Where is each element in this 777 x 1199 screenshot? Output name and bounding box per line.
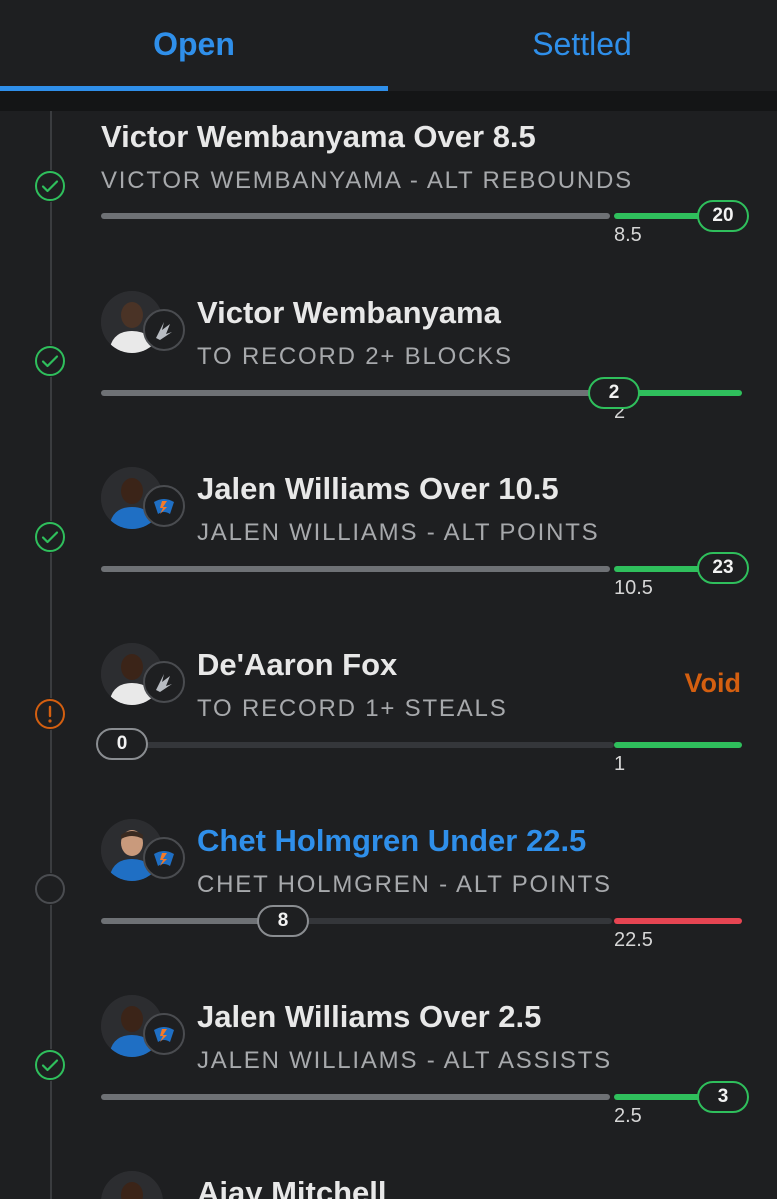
player-avatar-group xyxy=(101,643,187,709)
leg-item[interactable]: Ajay Mitchell xyxy=(0,1161,777,1199)
leg-subtitle: JALEN WILLIAMS - ALT POINTS xyxy=(197,519,600,546)
void-status-label: Void xyxy=(684,668,742,698)
thunder-logo-icon xyxy=(143,1013,185,1055)
leg-title: Victor Wembanyama Over 8.5 xyxy=(101,119,536,154)
player-avatar-group xyxy=(101,995,187,1061)
current-value-badge: 3 xyxy=(697,1081,749,1113)
leg-subtitle: TO RECORD 1+ STEALS xyxy=(197,695,508,722)
leg-item[interactable]: Victor Wembanyama Over 8.5 VICTOR WEMBAN… xyxy=(0,111,777,281)
progress-track xyxy=(101,1094,742,1100)
leg-item[interactable]: Jalen Williams Over 10.5 JALEN WILLIAMS … xyxy=(0,457,777,633)
spurs-logo-icon xyxy=(143,661,185,703)
progress-fill xyxy=(101,742,614,748)
pending-circle-icon xyxy=(34,873,66,905)
leg-title: Jalen Williams Over 10.5 xyxy=(197,471,559,506)
threshold-label: 8.5 xyxy=(614,224,642,246)
progress-fill xyxy=(101,1094,610,1100)
leg-item[interactable]: Jalen Williams Over 2.5 JALEN WILLIAMS -… xyxy=(0,985,777,1161)
progress-fill xyxy=(101,566,610,572)
progress-remaining xyxy=(283,918,612,924)
progress-track xyxy=(101,390,742,396)
leg-item[interactable]: De'Aaron Fox Void TO RECORD 1+ STEALS 0 … xyxy=(0,633,777,809)
player-avatar-group xyxy=(101,467,187,533)
tab-settled[interactable]: Settled xyxy=(388,0,776,88)
check-circle-icon xyxy=(34,521,66,553)
tab-bar: Open Settled xyxy=(0,0,777,92)
leg-subtitle: TO RECORD 2+ BLOCKS xyxy=(197,343,513,370)
current-value-badge: 0 xyxy=(96,728,148,760)
progress-track xyxy=(101,566,742,572)
player-avatar-group xyxy=(101,1171,187,1199)
progress-fill xyxy=(101,213,610,219)
progress-fill xyxy=(101,390,614,396)
thunder-logo-icon xyxy=(143,485,185,527)
player-avatar-group xyxy=(101,291,187,357)
leg-item[interactable]: Victor Wembanyama TO RECORD 2+ BLOCKS 2 … xyxy=(0,281,777,457)
current-value-badge: 8 xyxy=(257,905,309,937)
leg-title: Victor Wembanyama xyxy=(197,295,501,330)
threshold-segment xyxy=(614,918,742,924)
leg-subtitle: VICTOR WEMBANYAMA - ALT REBOUNDS xyxy=(101,167,633,194)
progress-fill xyxy=(101,918,283,924)
current-value-badge: 20 xyxy=(697,200,749,232)
leg-title: Chet Holmgren Under 22.5 xyxy=(197,823,587,858)
check-circle-icon xyxy=(34,1049,66,1081)
leg-title: Ajay Mitchell xyxy=(197,1175,387,1199)
check-circle-icon xyxy=(34,345,66,377)
check-circle-icon xyxy=(34,170,66,202)
threshold-label: 10.5 xyxy=(614,577,653,599)
threshold-segment xyxy=(614,742,742,748)
tab-divider xyxy=(0,91,777,111)
player-avatar-group xyxy=(101,819,187,885)
tab-open[interactable]: Open xyxy=(0,0,388,88)
current-value-badge: 2 xyxy=(588,377,640,409)
leg-title: Jalen Williams Over 2.5 xyxy=(197,999,542,1034)
progress-track xyxy=(101,918,742,924)
threshold-label: 2.5 xyxy=(614,1105,642,1127)
progress-track xyxy=(101,742,742,748)
spurs-logo-icon xyxy=(143,309,185,351)
leg-subtitle: CHET HOLMGREN - ALT POINTS xyxy=(197,871,612,898)
alert-circle-icon xyxy=(34,698,66,730)
current-value-badge: 23 xyxy=(697,552,749,584)
leg-item[interactable]: Chet Holmgren Under 22.5 CHET HOLMGREN -… xyxy=(0,809,777,985)
player-avatar xyxy=(101,1171,163,1199)
leg-title: De'Aaron Fox xyxy=(197,647,398,682)
thunder-logo-icon xyxy=(143,837,185,879)
threshold-label: 1 xyxy=(614,753,626,775)
threshold-label: 22.5 xyxy=(614,929,653,951)
leg-subtitle: JALEN WILLIAMS - ALT ASSISTS xyxy=(197,1047,612,1074)
progress-track xyxy=(101,213,742,219)
